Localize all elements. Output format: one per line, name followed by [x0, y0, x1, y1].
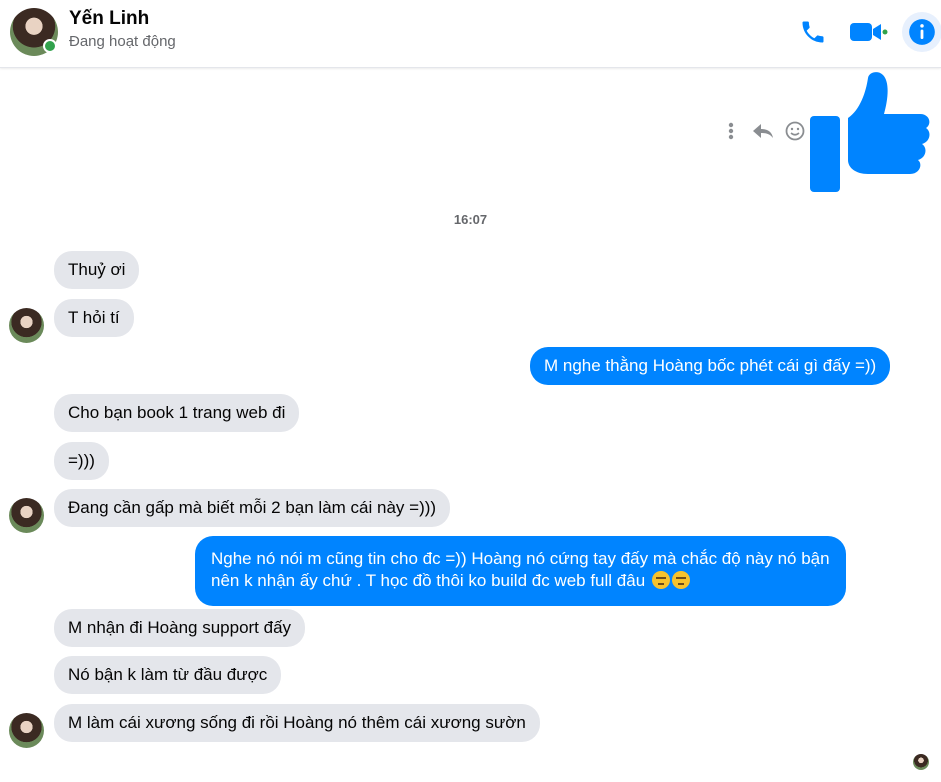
phone-call-button[interactable] — [793, 12, 833, 52]
incoming-message[interactable]: Thuỷ ơi — [54, 251, 140, 289]
unamused-face-emoji — [651, 571, 670, 589]
incoming-message[interactable]: M làm cái xương sống đi rồi Hoàng nó thê… — [54, 704, 540, 742]
sender-avatar[interactable] — [9, 498, 44, 533]
incoming-message[interactable]: M nhận đi Hoàng support đấy — [54, 609, 306, 647]
chat-header: Yến Linh Đang hoạt động — [0, 0, 941, 68]
message-actions — [720, 120, 806, 142]
unamused-face-emoji — [671, 571, 690, 589]
seen-indicator-avatar — [913, 754, 929, 770]
contact-name[interactable]: Yến Linh — [69, 8, 149, 30]
sender-avatar[interactable] — [9, 713, 44, 748]
info-icon — [909, 19, 935, 45]
more-options-icon[interactable] — [720, 120, 742, 142]
message-line: Nghe nó nói m cũng tin cho đc =)) Hoàng … — [211, 549, 830, 568]
react-icon[interactable] — [784, 120, 806, 142]
incoming-message[interactable]: T hỏi tí — [54, 299, 134, 337]
thumbs-up-icon[interactable] — [808, 70, 934, 194]
message-line: nên k nhận ấy chứ . T học đồ thôi ko bui… — [211, 570, 830, 592]
incoming-message[interactable]: Đang cần gấp mà biết mỗi 2 bạn làm cái n… — [54, 489, 451, 527]
video-call-icon — [850, 23, 888, 41]
outgoing-message[interactable]: M nghe thằng Hoàng bốc phét cái gì đấy =… — [530, 347, 891, 385]
video-call-button[interactable] — [848, 12, 888, 52]
outgoing-message[interactable]: Nghe nó nói m cũng tin cho đc =)) Hoàng … — [195, 536, 846, 606]
sender-avatar[interactable] — [9, 308, 44, 343]
incoming-message[interactable]: Cho bạn book 1 trang web đi — [54, 394, 300, 432]
reply-icon[interactable] — [752, 120, 774, 142]
online-status-dot — [43, 39, 57, 53]
contact-status: Đang hoạt động — [69, 33, 176, 50]
incoming-message[interactable]: =))) — [54, 442, 109, 480]
conversation-info-button[interactable] — [902, 12, 941, 52]
phone-icon — [802, 21, 824, 43]
message-timestamp: 16:07 — [453, 212, 488, 227]
incoming-message[interactable]: Nó bận k làm từ đầu được — [54, 656, 282, 694]
